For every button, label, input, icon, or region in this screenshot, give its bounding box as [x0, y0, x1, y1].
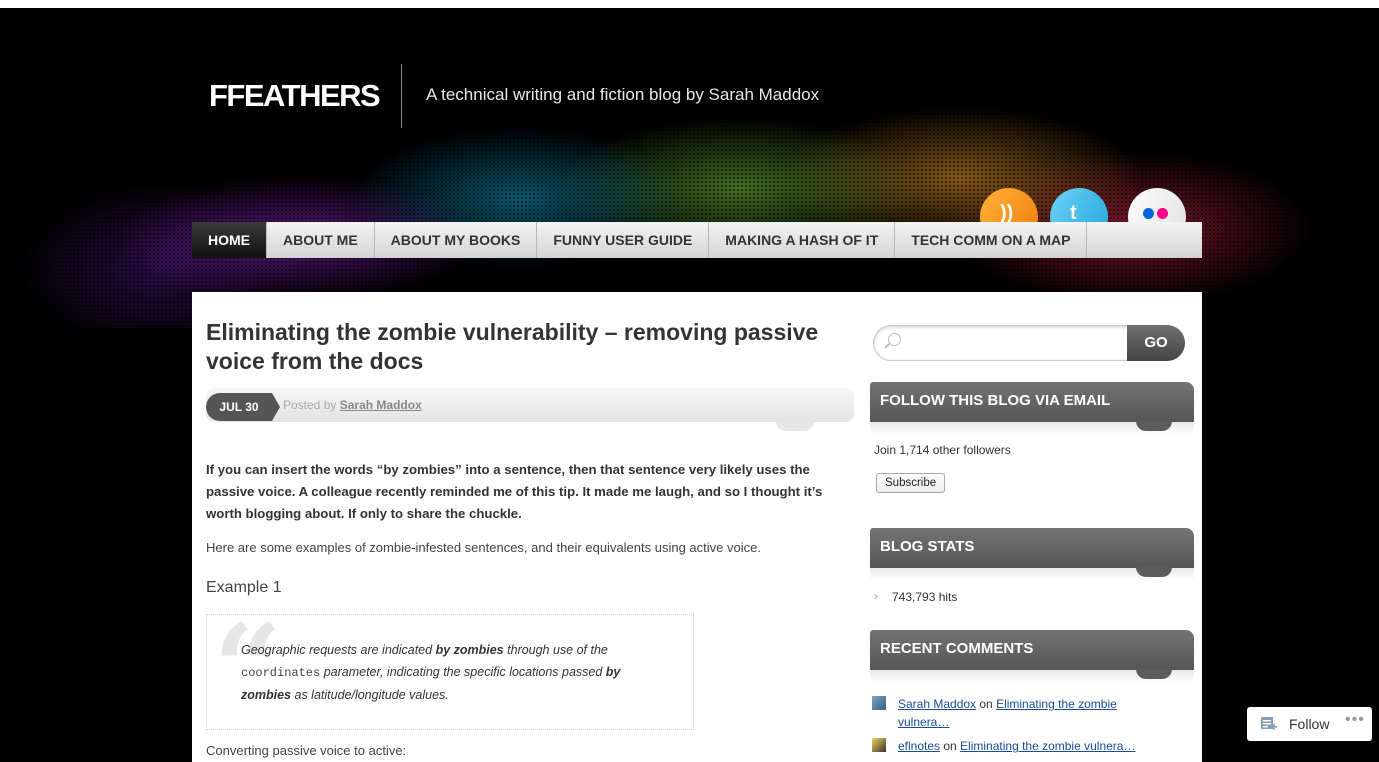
comment-author-link[interactable]: eflnotes [898, 739, 940, 753]
widget-heading-recent-comments: RECENT COMMENTS [870, 630, 1194, 670]
comment-post-link[interactable]: Eliminating the zombie vulnera… [960, 739, 1135, 753]
nav-funny-user-guide[interactable]: FUNNY USER GUIDE [537, 222, 710, 258]
widget-notch [1136, 669, 1172, 679]
followers-count: Join 1,714 other followers [874, 443, 1011, 457]
posted-by-label: Posted by [283, 398, 337, 412]
subscribe-button[interactable]: Subscribe [876, 473, 946, 493]
title-separator [401, 64, 402, 128]
example-heading: Example 1 [206, 579, 282, 596]
post-title[interactable]: Eliminating the zombie vulnerability – r… [206, 318, 846, 376]
meta-bar-notch [776, 421, 814, 431]
quote-text: Geographic requests are indicated by zom… [241, 643, 621, 702]
search-input[interactable] [908, 332, 1122, 354]
post-meta: Posted by Sarah Maddox [283, 398, 422, 412]
comment-author-link[interactable]: Sarah Maddox [898, 697, 976, 711]
nav-home[interactable]: HOME [192, 222, 267, 258]
blockquote: “ Geographic requests are indicated by z… [206, 614, 694, 730]
post-continued-text: Converting passive voice to active: [206, 743, 407, 758]
post-date-badge: JUL 30 [206, 393, 280, 421]
follow-button[interactable]: Follow ••• [1247, 707, 1372, 741]
search-icon [888, 333, 901, 346]
chevron-right-icon: › [874, 589, 878, 603]
follow-label: Follow [1289, 716, 1330, 732]
nav-making-a-hash-of-it[interactable]: MAKING A HASH OF IT [709, 222, 896, 258]
main-nav: HOME ABOUT ME ABOUT MY BOOKS FUNNY USER … [192, 222, 1202, 258]
avatar[interactable] [872, 738, 886, 752]
widget-notch [1136, 567, 1172, 577]
site-title[interactable]: FFEATHERS [209, 78, 381, 114]
nav-about-my-books[interactable]: ABOUT MY BOOKS [375, 222, 538, 258]
widget-notch [1136, 421, 1172, 431]
blog-hits: 743,793 hits [892, 590, 958, 604]
browser-top-strip [0, 0, 1379, 8]
author-link[interactable]: Sarah Maddox [340, 398, 422, 412]
more-icon[interactable]: ••• [1345, 703, 1365, 737]
avatar[interactable] [872, 696, 886, 710]
widget-heading-follow: FOLLOW THIS BLOG VIA EMAIL [870, 382, 1194, 422]
nav-about-me[interactable]: ABOUT ME [267, 222, 375, 258]
post-intro: If you can insert the words “by zombies”… [206, 462, 823, 521]
follow-reader-icon [1261, 717, 1277, 730]
search-go-button[interactable]: GO [1127, 325, 1185, 361]
nav-tech-comm-on-a-map[interactable]: TECH COMM ON A MAP [895, 222, 1088, 258]
post-paragraph: Here are some examples of zombie-infeste… [206, 540, 761, 555]
site-description: A technical writing and fiction blog by … [426, 85, 820, 104]
header-dot-pattern [0, 8, 1379, 328]
widget-heading-stats: BLOG STATS [870, 528, 1194, 568]
